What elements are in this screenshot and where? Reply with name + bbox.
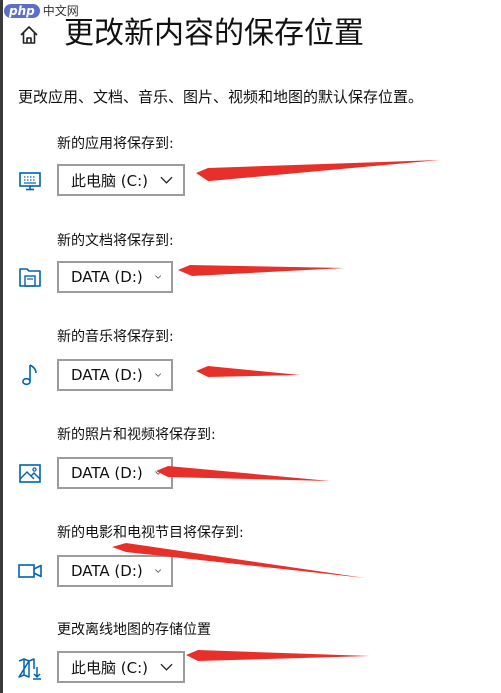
annotation-arrow: [196, 366, 300, 377]
annotation-arrows: [112, 160, 440, 661]
annotation-arrow: [156, 466, 330, 481]
annotation-arrow: [178, 265, 345, 276]
annotation-arrow: [196, 160, 440, 181]
annotation-arrow: [112, 543, 365, 578]
annotation-arrow: [186, 650, 370, 661]
